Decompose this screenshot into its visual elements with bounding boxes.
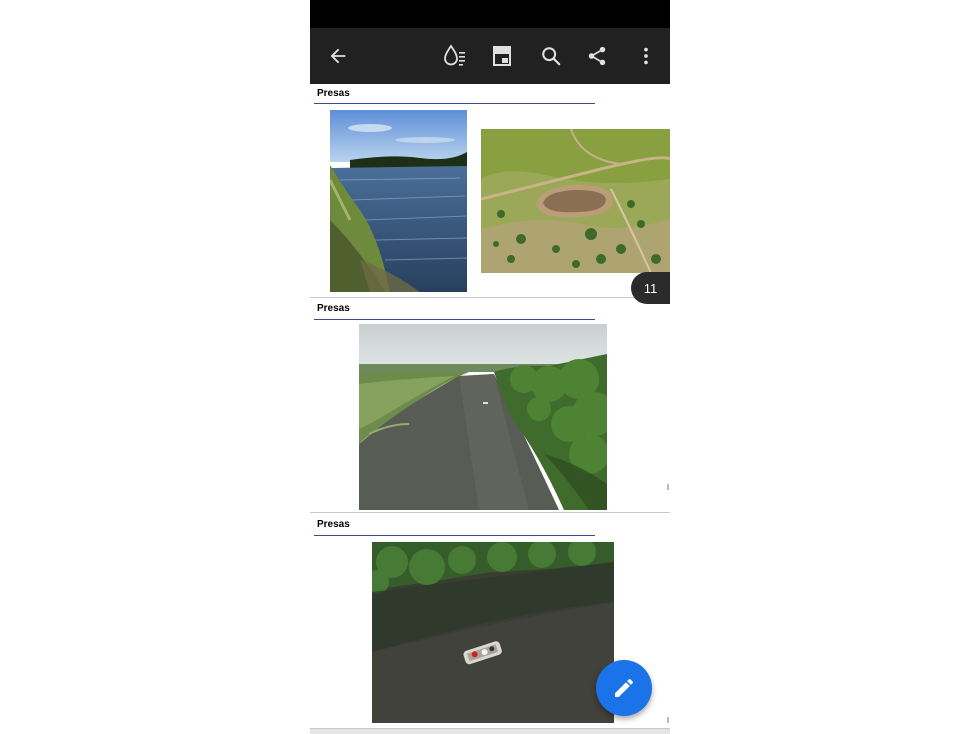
page-title: Presas — [317, 303, 350, 314]
scroll-marker — [667, 717, 669, 723]
page-number-indicator: 11 — [631, 272, 670, 304]
scroll-marker — [667, 484, 669, 490]
page-title: Presas — [317, 519, 350, 530]
aerial-pond-in-scrubland-photo — [481, 129, 670, 273]
document-view[interactable]: Presas Presas Presas — [310, 84, 670, 734]
document-page: Presas — [310, 298, 670, 512]
river-with-grassy-bank-photo — [330, 110, 467, 292]
page-title: Presas — [317, 88, 350, 99]
status-bar — [310, 0, 670, 28]
bottom-edge — [310, 729, 670, 734]
title-underline — [314, 535, 595, 536]
back-button[interactable] — [322, 40, 354, 72]
title-underline — [314, 319, 595, 320]
phone-screen: Presas Presas Presas 11 — [310, 0, 670, 734]
document-page: Presas — [310, 84, 670, 297]
share-icon — [588, 46, 606, 66]
edit-pencil-icon — [615, 678, 634, 697]
more-vert-icon — [644, 47, 648, 65]
edit-fab-button[interactable] — [596, 660, 652, 716]
page-layout-icon — [493, 46, 511, 66]
search-icon — [542, 47, 561, 66]
more-options-button[interactable] — [630, 40, 662, 72]
page-layout-button[interactable] — [486, 40, 518, 72]
reading-mode-icon — [444, 44, 465, 66]
back-arrow-icon — [330, 48, 346, 64]
aerial-boat-on-river-photo — [372, 542, 614, 723]
reading-mode-button[interactable] — [439, 40, 471, 72]
share-button[interactable] — [581, 40, 613, 72]
search-button[interactable] — [535, 40, 567, 72]
title-underline — [314, 103, 595, 104]
aerial-river-with-trees-photo — [359, 324, 607, 510]
app-toolbar — [310, 28, 670, 84]
